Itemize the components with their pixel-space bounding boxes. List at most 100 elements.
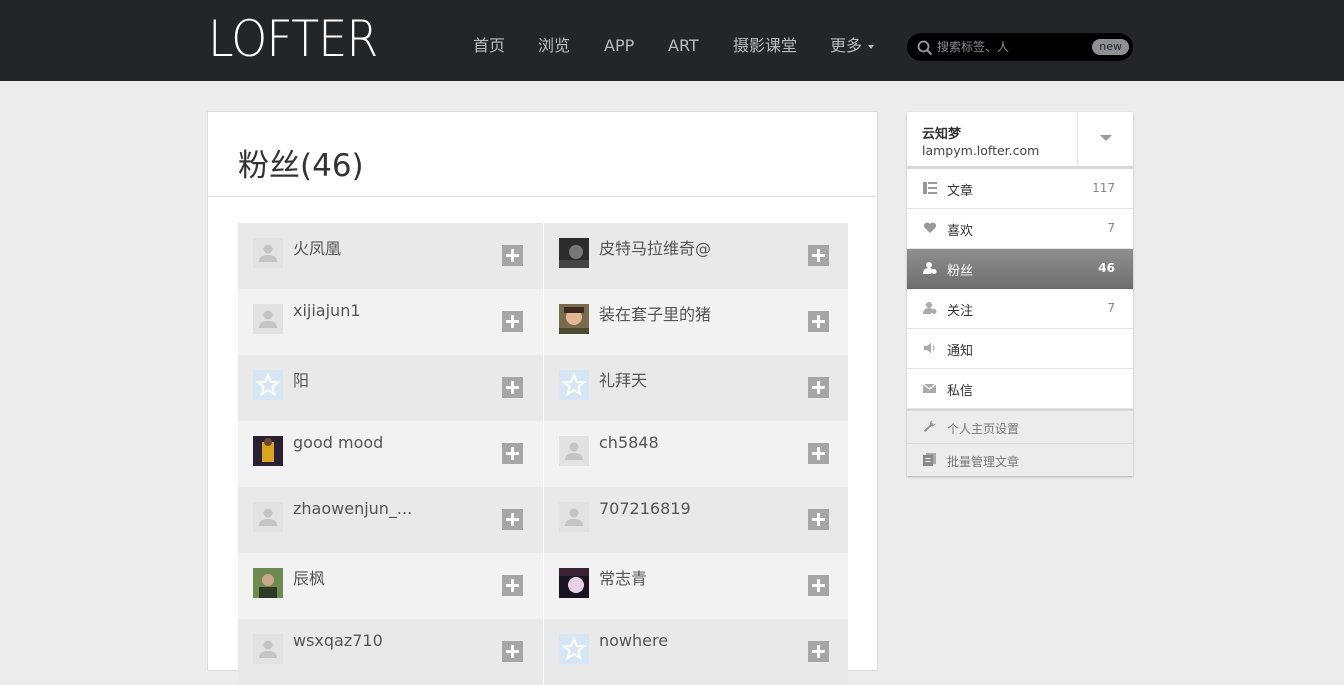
follower-name[interactable]: 常志青 — [599, 565, 647, 589]
list-item: zhaowenjun_... — [238, 487, 543, 553]
follower-name[interactable]: 皮特马拉维奇@ — [599, 235, 711, 259]
list-item: 礼拜天 — [543, 355, 848, 421]
follow-plus-button[interactable] — [502, 245, 523, 266]
document-icon — [923, 453, 936, 466]
follow-plus-button[interactable] — [808, 575, 829, 596]
follow-plus-button[interactable] — [808, 311, 829, 332]
follow-plus-button[interactable] — [502, 443, 523, 464]
follow-icon — [923, 302, 937, 314]
follow-plus-button[interactable] — [808, 641, 829, 662]
follower-name[interactable]: wsxqaz710 — [293, 631, 383, 650]
nav-app[interactable]: APP — [604, 34, 634, 58]
avatar[interactable] — [559, 436, 589, 466]
sidebar-item-count: 7 — [1107, 221, 1115, 235]
avatar[interactable] — [253, 634, 283, 664]
sidebar-item-label: 私信 — [947, 384, 974, 399]
nav-more[interactable]: 更多 — [830, 34, 875, 58]
follow-plus-button[interactable] — [808, 509, 829, 530]
top-navigation-bar: LOFTER 首页 浏览 APP ART 摄影课堂 更多 new — [0, 0, 1344, 81]
speaker-icon — [924, 343, 935, 353]
list-item: 装在套子里的猪 — [543, 289, 848, 355]
sidebar-item-following[interactable]: 关注 7 — [907, 289, 1133, 329]
follower-name[interactable]: 阳 — [293, 367, 309, 391]
chevron-down-icon — [868, 44, 875, 49]
batch-manage-link[interactable]: 批量管理文章 — [907, 444, 1133, 476]
avatar[interactable] — [253, 568, 283, 598]
follower-name[interactable]: xijiajun1 — [293, 301, 361, 320]
list-item: 707216819 — [543, 487, 848, 553]
search-box: new — [907, 33, 1133, 61]
profile-name[interactable]: 云知梦 — [922, 123, 961, 142]
avatar[interactable] — [559, 568, 589, 598]
follower-name[interactable]: ch5848 — [599, 433, 659, 452]
follower-name[interactable]: zhaowenjun_... — [293, 499, 412, 518]
lofter-logo[interactable]: LOFTER — [208, 14, 378, 64]
avatar[interactable] — [253, 238, 283, 268]
list-item: 常志青 — [543, 553, 848, 619]
profile-settings-link[interactable]: 个人主页设置 — [907, 411, 1133, 444]
avatar[interactable] — [253, 436, 283, 466]
sidebar-item-likes[interactable]: 喜欢 7 — [907, 209, 1133, 249]
follower-name[interactable]: 辰枫 — [293, 565, 325, 589]
avatar[interactable] — [253, 304, 283, 334]
sidebar-item-notifications[interactable]: 通知 — [907, 329, 1133, 369]
sidebar-item-label: 文章 — [947, 184, 974, 199]
avatar[interactable] — [559, 370, 589, 400]
sidebar-item-count: 7 — [1107, 301, 1115, 315]
follow-plus-button[interactable] — [808, 377, 829, 398]
follow-plus-button[interactable] — [502, 311, 523, 332]
nav-art[interactable]: ART — [668, 34, 699, 58]
follower-name[interactable]: 礼拜天 — [599, 367, 647, 391]
sidebar-item-label: 关注 — [947, 304, 974, 319]
follow-plus-button[interactable] — [502, 575, 523, 596]
avatar[interactable] — [559, 304, 589, 334]
sidebar-tools: 个人主页设置 批量管理文章 — [907, 409, 1133, 476]
avatar[interactable] — [559, 634, 589, 664]
list-item: ch5848 — [543, 421, 848, 487]
list-item: 辰枫 — [238, 553, 543, 619]
tool-label: 个人主页设置 — [947, 422, 1020, 436]
sidebar-item-messages[interactable]: 私信 — [907, 369, 1133, 409]
nav-home[interactable]: 首页 — [473, 34, 505, 58]
page-title: 粉丝(46) — [238, 148, 364, 184]
list-item: wsxqaz710 — [238, 619, 543, 685]
list-item: good mood — [238, 421, 543, 487]
avatar[interactable] — [253, 502, 283, 532]
sidebar-item-count: 46 — [1098, 261, 1115, 275]
search-icon[interactable] — [917, 40, 933, 56]
list-item: nowhere — [543, 619, 848, 685]
follow-plus-button[interactable] — [808, 245, 829, 266]
profile-dropdown-toggle[interactable] — [1077, 112, 1133, 166]
sidebar-item-fans[interactable]: 粉丝 46 — [907, 249, 1133, 289]
fans-icon — [923, 262, 937, 274]
follower-name[interactable]: nowhere — [599, 631, 668, 650]
follower-name[interactable]: 装在套子里的猪 — [599, 301, 711, 325]
list-icon — [923, 182, 937, 194]
follow-plus-button[interactable] — [808, 443, 829, 464]
follow-plus-button[interactable] — [502, 377, 523, 398]
heart-icon — [923, 222, 937, 233]
follow-plus-button[interactable] — [502, 509, 523, 530]
divider — [208, 196, 877, 197]
nav-photo-class[interactable]: 摄影课堂 — [733, 34, 797, 58]
sidebar-item-label: 通知 — [947, 344, 974, 359]
follower-name[interactable]: good mood — [293, 433, 383, 452]
avatar[interactable] — [559, 238, 589, 268]
profile-card: 云知梦 lampym.lofter.com — [907, 112, 1133, 167]
followers-panel: 粉丝(46) 火凤凰 皮特马拉维奇@ xijiajun1 装在套子里的猪阳 礼拜天 goo… — [207, 111, 878, 685]
follower-name[interactable]: 707216819 — [599, 499, 691, 518]
list-item: 火凤凰 — [238, 223, 543, 289]
sidebar-item-count: 117 — [1092, 181, 1115, 195]
follower-name[interactable]: 火凤凰 — [293, 235, 341, 259]
search-input[interactable] — [937, 38, 1077, 56]
mail-icon — [923, 383, 937, 393]
new-badge: new — [1092, 39, 1129, 55]
sidebar-item-label: 喜欢 — [947, 224, 974, 239]
sidebar: 云知梦 lampym.lofter.com 文章 117 喜欢 7 粉丝 46 — [907, 112, 1133, 476]
follow-plus-button[interactable] — [502, 641, 523, 662]
avatar[interactable] — [253, 370, 283, 400]
profile-url[interactable]: lampym.lofter.com — [922, 143, 1039, 158]
avatar[interactable] — [559, 502, 589, 532]
sidebar-item-posts[interactable]: 文章 117 — [907, 167, 1133, 209]
nav-browse[interactable]: 浏览 — [538, 34, 570, 58]
